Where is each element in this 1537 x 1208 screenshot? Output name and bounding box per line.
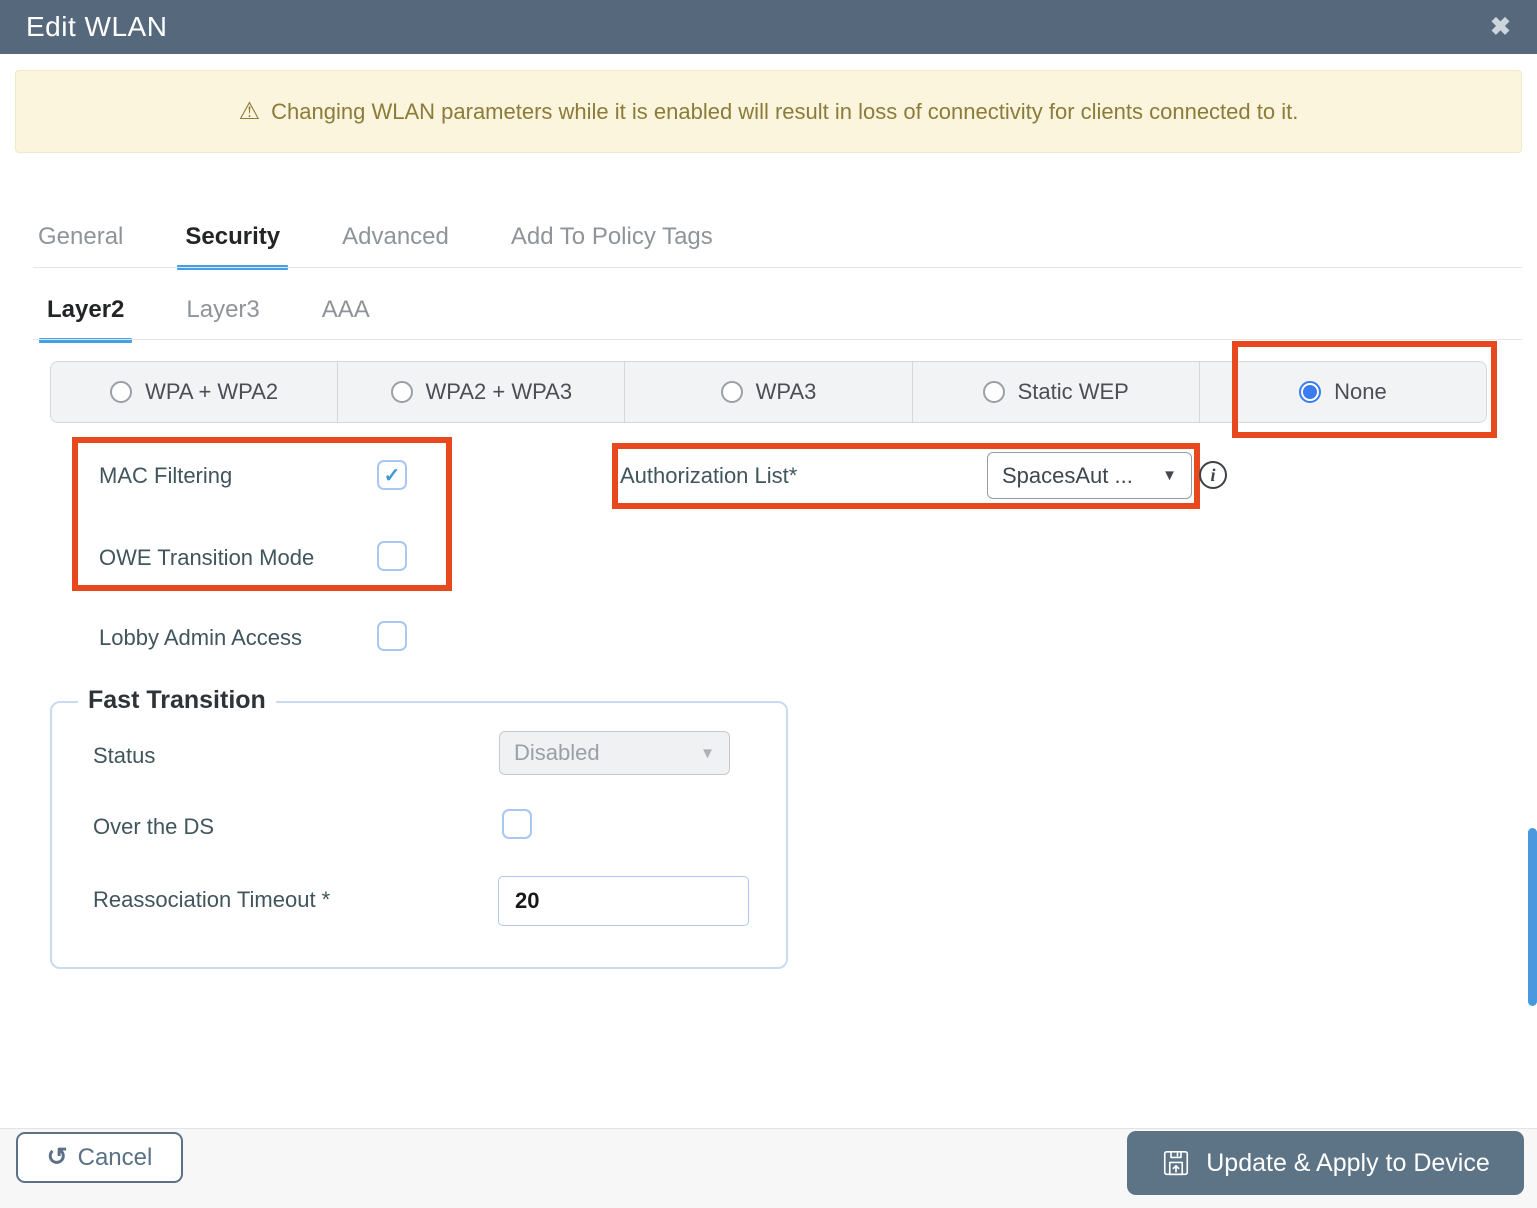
reassociation-timeout-label: Reassociation Timeout *	[93, 887, 331, 912]
owe-transition-mode-checkbox[interactable]: ✓	[377, 541, 407, 571]
update-apply-button-label: Update & Apply to Device	[1206, 1148, 1490, 1177]
tab-advanced[interactable]: Advanced	[342, 223, 449, 267]
cancel-button-label: Cancel	[77, 1143, 153, 1171]
warning-icon: ⚠	[238, 98, 261, 125]
option-label: WPA2 + WPA3	[425, 379, 573, 404]
over-the-ds-checkbox[interactable]: ✓	[502, 809, 532, 839]
security-subtabs: Layer2 Layer3 AAA	[38, 296, 370, 343]
over-the-ds-label: Over the DS	[93, 814, 215, 839]
tab-security[interactable]: Security	[177, 223, 288, 270]
chevron-down-icon: ▼	[1162, 467, 1177, 484]
security-mode-wpa3[interactable]: WPA3	[625, 362, 913, 422]
fast-transition-fieldset: Fast Transition Status Disabled ▼ Over t…	[50, 686, 788, 969]
lobby-admin-access-label: Lobby Admin Access	[99, 625, 303, 650]
security-mode-wpa2-wpa3[interactable]: WPA2 + WPA3	[338, 362, 626, 422]
radio-icon	[720, 381, 743, 403]
status-label: Status	[93, 743, 156, 768]
radio-icon	[982, 381, 1005, 403]
subtab-layer3[interactable]: Layer3	[186, 296, 259, 340]
option-label: WPA + WPA2	[145, 379, 279, 404]
save-icon	[1161, 1148, 1191, 1178]
option-label: None	[1334, 379, 1387, 404]
radio-icon	[110, 381, 133, 403]
layer2-security-mode-group: WPA + WPA2 WPA2 + WPA3 WPA3 Static WEP N…	[50, 361, 1487, 423]
undo-icon: ↺	[46, 1143, 68, 1171]
subtab-layer2[interactable]: Layer2	[38, 296, 133, 343]
mac-filtering-checkbox[interactable]: ✓	[377, 460, 407, 490]
option-label: Static WEP	[1017, 379, 1129, 404]
dialog-title-bar: Edit WLAN ✖	[0, 0, 1537, 54]
warning-text: Changing WLAN parameters while it is ena…	[271, 98, 1299, 124]
reassociation-timeout-input[interactable]	[498, 876, 749, 926]
main-tabs: General Security Advanced Add To Policy …	[38, 223, 713, 270]
authorization-list-select[interactable]: SpacesAut ... ▼	[987, 452, 1192, 499]
tab-general[interactable]: General	[38, 223, 123, 267]
security-subtabs-divider	[33, 339, 1522, 340]
selected-value: Disabled	[514, 740, 600, 765]
authorization-list-label: Authorization List*	[620, 463, 798, 488]
security-mode-none[interactable]: None	[1200, 362, 1486, 422]
subtab-aaa[interactable]: AAA	[322, 296, 370, 340]
chevron-down-icon: ▼	[700, 744, 715, 762]
fast-transition-legend: Fast Transition	[78, 686, 276, 715]
vertical-scrollbar-thumb[interactable]	[1528, 828, 1537, 1006]
radio-selected-icon	[1299, 381, 1322, 403]
info-icon[interactable]: i	[1199, 461, 1227, 489]
tab-add-to-policy-tags[interactable]: Add To Policy Tags	[511, 223, 713, 267]
check-icon: ✓	[383, 464, 401, 487]
update-apply-button[interactable]: Update & Apply to Device	[1127, 1131, 1524, 1195]
lobby-admin-access-checkbox[interactable]: ✓	[377, 621, 407, 651]
radio-icon	[390, 381, 413, 403]
dialog-footer: ↺ Cancel Update & Apply to Device	[0, 1128, 1537, 1208]
security-mode-static-wep[interactable]: Static WEP	[913, 362, 1200, 422]
warning-banner: ⚠ Changing WLAN parameters while it is e…	[15, 70, 1522, 153]
option-label: WPA3	[755, 379, 817, 404]
security-mode-wpa-wpa2[interactable]: WPA + WPA2	[51, 362, 339, 422]
selected-value: SpacesAut ...	[1002, 462, 1133, 488]
owe-transition-mode-label: OWE Transition Mode	[99, 545, 315, 570]
mac-filtering-label: MAC Filtering	[99, 463, 233, 488]
status-select[interactable]: Disabled ▼	[499, 731, 730, 775]
close-icon[interactable]: ✖	[1490, 14, 1511, 40]
dialog-title: Edit WLAN	[26, 11, 168, 42]
main-tabs-divider	[33, 267, 1522, 268]
cancel-button[interactable]: ↺ Cancel	[16, 1132, 183, 1183]
